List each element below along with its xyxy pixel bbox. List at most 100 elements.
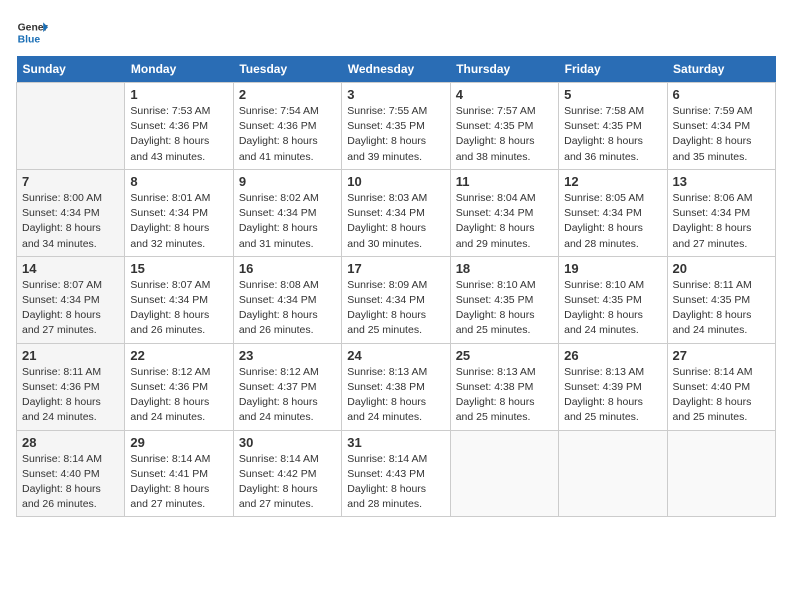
calendar-row: 1Sunrise: 7:53 AMSunset: 4:36 PMDaylight… <box>17 83 776 170</box>
day-number: 5 <box>564 87 661 102</box>
day-info: Sunrise: 8:03 AMSunset: 4:34 PMDaylight:… <box>347 191 444 252</box>
calendar-cell: 10 Sunrise: 8:03 AMSunset: 4:34 PMDayligh… <box>342 169 450 256</box>
calendar-cell: 6Sunrise: 7:59 AMSunset: 4:34 PMDaylight… <box>667 83 775 170</box>
logo: General Blue <box>16 16 48 48</box>
calendar-row: 28 Sunrise: 8:14 AMSunset: 4:40 PMDayligh… <box>17 430 776 517</box>
day-info: Sunrise: 8:11 AMSunset: 4:36 PMDaylight:… <box>22 365 119 426</box>
page-header: General Blue <box>16 16 776 48</box>
day-info: Sunrise: 8:01 AMSunset: 4:34 PMDaylight:… <box>130 191 227 252</box>
day-number: 4 <box>456 87 553 102</box>
day-info: Sunrise: 8:12 AMSunset: 4:37 PMDaylight:… <box>239 365 336 426</box>
calendar-cell <box>667 430 775 517</box>
day-number: 1 <box>130 87 227 102</box>
calendar-cell: 12Sunrise: 8:05 AMSunset: 4:34 PMDayligh… <box>559 169 667 256</box>
calendar-cell: 16 Sunrise: 8:08 AMSunset: 4:34 PMDayligh… <box>233 256 341 343</box>
day-info: Sunrise: 7:55 AMSunset: 4:35 PMDaylight:… <box>347 104 444 165</box>
calendar-cell <box>559 430 667 517</box>
day-number: 12 <box>564 174 661 189</box>
day-number: 18 <box>456 261 553 276</box>
col-saturday: Saturday <box>667 56 775 83</box>
calendar-cell: 5 Sunrise: 7:58 AMSunset: 4:35 PMDaylight… <box>559 83 667 170</box>
day-info: Sunrise: 8:14 AMSunset: 4:43 PMDaylight:… <box>347 452 444 513</box>
calendar-row: 21Sunrise: 8:11 AMSunset: 4:36 PMDayligh… <box>17 343 776 430</box>
day-info: Sunrise: 8:08 AMSunset: 4:34 PMDaylight:… <box>239 278 336 339</box>
calendar-cell: 20 Sunrise: 8:11 AMSunset: 4:35 PMDayligh… <box>667 256 775 343</box>
calendar-cell: 14Sunrise: 8:07 AMSunset: 4:34 PMDayligh… <box>17 256 125 343</box>
calendar-cell: 22 Sunrise: 8:12 AMSunset: 4:36 PMDayligh… <box>125 343 233 430</box>
day-number: 2 <box>239 87 336 102</box>
day-number: 25 <box>456 348 553 363</box>
calendar-row: 14Sunrise: 8:07 AMSunset: 4:34 PMDayligh… <box>17 256 776 343</box>
col-wednesday: Wednesday <box>342 56 450 83</box>
day-number: 24 <box>347 348 444 363</box>
col-sunday: Sunday <box>17 56 125 83</box>
day-info: Sunrise: 7:57 AMSunset: 4:35 PMDaylight:… <box>456 104 553 165</box>
col-thursday: Thursday <box>450 56 558 83</box>
calendar-cell: 8 Sunrise: 8:01 AMSunset: 4:34 PMDaylight… <box>125 169 233 256</box>
calendar-cell: 11 Sunrise: 8:04 AMSunset: 4:34 PMDayligh… <box>450 169 558 256</box>
day-number: 11 <box>456 174 553 189</box>
calendar-cell: 21Sunrise: 8:11 AMSunset: 4:36 PMDayligh… <box>17 343 125 430</box>
day-info: Sunrise: 8:13 AMSunset: 4:38 PMDaylight:… <box>347 365 444 426</box>
day-number: 26 <box>564 348 661 363</box>
calendar-cell: 27Sunrise: 8:14 AMSunset: 4:40 PMDayligh… <box>667 343 775 430</box>
calendar-cell: 25 Sunrise: 8:13 AMSunset: 4:38 PMDayligh… <box>450 343 558 430</box>
day-number: 13 <box>673 174 770 189</box>
day-info: Sunrise: 8:13 AMSunset: 4:38 PMDaylight:… <box>456 365 553 426</box>
day-info: Sunrise: 8:14 AMSunset: 4:40 PMDaylight:… <box>22 452 119 513</box>
calendar-cell <box>17 83 125 170</box>
calendar-cell: 17Sunrise: 8:09 AMSunset: 4:34 PMDayligh… <box>342 256 450 343</box>
calendar-cell: 9 Sunrise: 8:02 AMSunset: 4:34 PMDaylight… <box>233 169 341 256</box>
day-number: 9 <box>239 174 336 189</box>
calendar-cell <box>450 430 558 517</box>
day-number: 23 <box>239 348 336 363</box>
calendar-cell: 31 Sunrise: 8:14 AMSunset: 4:43 PMDayligh… <box>342 430 450 517</box>
calendar-row: 7 Sunrise: 8:00 AMSunset: 4:34 PMDaylight… <box>17 169 776 256</box>
day-number: 22 <box>130 348 227 363</box>
calendar-cell: 3Sunrise: 7:55 AMSunset: 4:35 PMDaylight… <box>342 83 450 170</box>
day-number: 31 <box>347 435 444 450</box>
calendar-cell: 13 Sunrise: 8:06 AMSunset: 4:34 PMDayligh… <box>667 169 775 256</box>
day-info: Sunrise: 8:06 AMSunset: 4:34 PMDaylight:… <box>673 191 770 252</box>
day-number: 30 <box>239 435 336 450</box>
day-number: 7 <box>22 174 119 189</box>
day-info: Sunrise: 8:14 AMSunset: 4:40 PMDaylight:… <box>673 365 770 426</box>
col-tuesday: Tuesday <box>233 56 341 83</box>
day-info: Sunrise: 8:14 AMSunset: 4:41 PMDaylight:… <box>130 452 227 513</box>
day-info: Sunrise: 7:58 AMSunset: 4:35 PMDaylight:… <box>564 104 661 165</box>
day-info: Sunrise: 8:10 AMSunset: 4:35 PMDaylight:… <box>456 278 553 339</box>
logo-icon: General Blue <box>16 16 48 48</box>
calendar-cell: 4 Sunrise: 7:57 AMSunset: 4:35 PMDaylight… <box>450 83 558 170</box>
day-info: Sunrise: 8:00 AMSunset: 4:34 PMDaylight:… <box>22 191 119 252</box>
day-number: 28 <box>22 435 119 450</box>
day-info: Sunrise: 8:02 AMSunset: 4:34 PMDaylight:… <box>239 191 336 252</box>
day-number: 29 <box>130 435 227 450</box>
calendar-cell: 7 Sunrise: 8:00 AMSunset: 4:34 PMDaylight… <box>17 169 125 256</box>
calendar-cell: 28 Sunrise: 8:14 AMSunset: 4:40 PMDayligh… <box>17 430 125 517</box>
day-info: Sunrise: 8:14 AMSunset: 4:42 PMDaylight:… <box>239 452 336 513</box>
day-number: 17 <box>347 261 444 276</box>
calendar-cell: 26 Sunrise: 8:13 AMSunset: 4:39 PMDayligh… <box>559 343 667 430</box>
day-number: 15 <box>130 261 227 276</box>
calendar-cell: 1Sunrise: 7:53 AMSunset: 4:36 PMDaylight… <box>125 83 233 170</box>
day-info: Sunrise: 8:12 AMSunset: 4:36 PMDaylight:… <box>130 365 227 426</box>
day-info: Sunrise: 8:07 AMSunset: 4:34 PMDaylight:… <box>130 278 227 339</box>
calendar-cell: 23 Sunrise: 8:12 AMSunset: 4:37 PMDayligh… <box>233 343 341 430</box>
day-number: 8 <box>130 174 227 189</box>
calendar-cell: 2 Sunrise: 7:54 AMSunset: 4:36 PMDaylight… <box>233 83 341 170</box>
day-number: 16 <box>239 261 336 276</box>
day-info: Sunrise: 8:10 AMSunset: 4:35 PMDaylight:… <box>564 278 661 339</box>
calendar-cell: 15 Sunrise: 8:07 AMSunset: 4:34 PMDayligh… <box>125 256 233 343</box>
col-monday: Monday <box>125 56 233 83</box>
calendar-cell: 18 Sunrise: 8:10 AMSunset: 4:35 PMDayligh… <box>450 256 558 343</box>
day-number: 19 <box>564 261 661 276</box>
day-number: 20 <box>673 261 770 276</box>
calendar-cell: 19 Sunrise: 8:10 AMSunset: 4:35 PMDayligh… <box>559 256 667 343</box>
day-info: Sunrise: 8:11 AMSunset: 4:35 PMDaylight:… <box>673 278 770 339</box>
calendar-table: Sunday Monday Tuesday Wednesday Thursday… <box>16 56 776 517</box>
day-info: Sunrise: 8:13 AMSunset: 4:39 PMDaylight:… <box>564 365 661 426</box>
day-number: 10 <box>347 174 444 189</box>
day-info: Sunrise: 8:04 AMSunset: 4:34 PMDaylight:… <box>456 191 553 252</box>
svg-text:Blue: Blue <box>18 34 41 45</box>
day-info: Sunrise: 7:54 AMSunset: 4:36 PMDaylight:… <box>239 104 336 165</box>
